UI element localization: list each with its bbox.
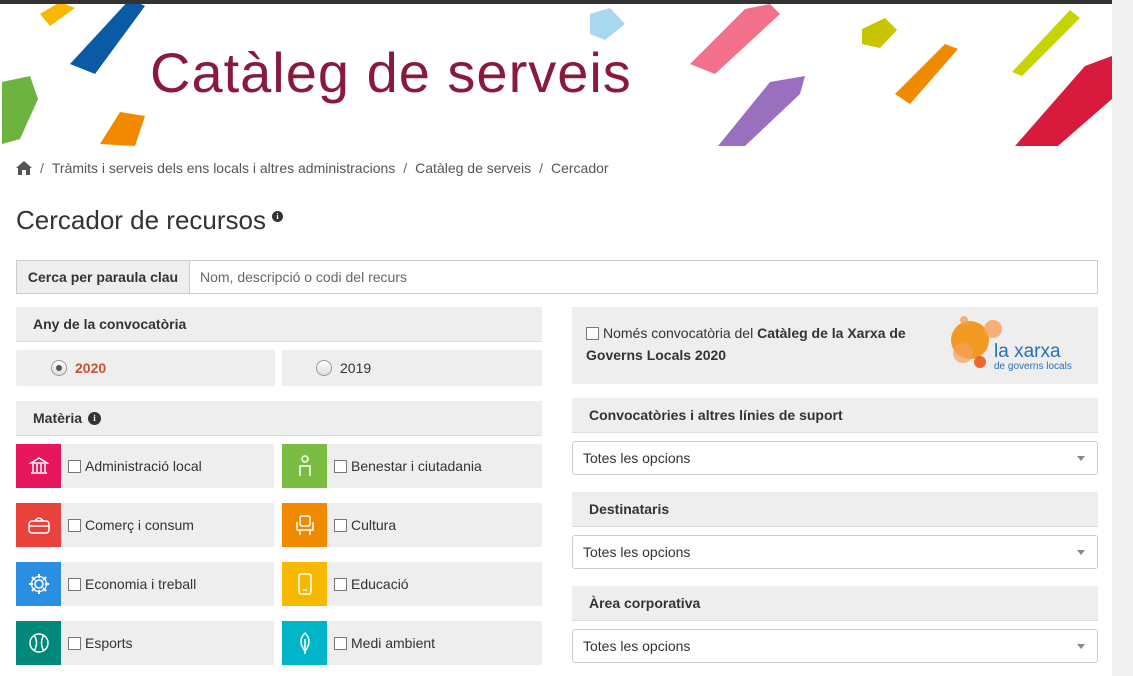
xarxa-text[interactable]: Només convocatòria del Catàleg de la Xar… <box>586 322 916 366</box>
xarxa-text-prefix: Només convocatòria del <box>603 325 758 341</box>
materia-item-economia[interactable]: Economia i treball <box>16 562 274 606</box>
materia-label: Cultura <box>351 517 397 533</box>
breadcrumb: / Tràmits i serveis dels ens locals i al… <box>16 160 609 176</box>
checkbox[interactable] <box>68 636 81 650</box>
person-icon <box>282 444 327 488</box>
page-title-wrap: Cercador de recursos i <box>16 205 283 236</box>
xarxa-filter: Només convocatòria del Catàleg de la Xar… <box>572 307 1098 384</box>
banner-title: Catàleg de serveis <box>150 41 632 104</box>
breadcrumb-item-tramits[interactable]: Tràmits i serveis dels ens locals i altr… <box>52 160 395 176</box>
search-label: Cerca per paraula clau <box>17 261 190 293</box>
select-value: Totes les opcions <box>583 450 691 466</box>
checkbox[interactable] <box>334 577 347 591</box>
checkbox[interactable] <box>334 518 347 532</box>
home-icon[interactable] <box>16 161 32 175</box>
select-destinataris[interactable]: Totes les opcions <box>572 535 1098 569</box>
info-icon[interactable]: i <box>272 211 283 222</box>
filter-header-destinataris: Destinataris <box>572 492 1098 527</box>
scrollbar-track[interactable] <box>1112 0 1133 676</box>
materia-item-medi-ambient[interactable]: Medi ambient <box>282 621 542 665</box>
year-header: Any de la convocatòria <box>16 307 542 342</box>
chevron-down-icon <box>1077 456 1085 461</box>
checkbox[interactable] <box>68 518 81 532</box>
year-option-2019[interactable]: 2019 <box>282 350 542 386</box>
breadcrumb-separator: / <box>539 160 543 176</box>
search-input[interactable] <box>190 261 1097 293</box>
year-label-2019: 2019 <box>340 360 372 376</box>
materia-item-cultura[interactable]: Cultura <box>282 503 542 547</box>
materia-label: Comerç i consum <box>85 517 194 533</box>
breadcrumb-separator: / <box>403 160 408 176</box>
breadcrumb-separator: / <box>40 160 44 176</box>
xarxa-logo-main: la xarxa <box>994 341 1061 362</box>
chevron-down-icon <box>1077 644 1085 649</box>
checkbox[interactable] <box>68 577 81 591</box>
year-option-2020[interactable]: 2020 <box>16 350 275 386</box>
ball-icon <box>16 621 61 665</box>
checkbox[interactable] <box>334 459 347 473</box>
radio-2020[interactable] <box>51 360 67 376</box>
filter-header-area: Àrea corporativa <box>572 586 1098 621</box>
materia-label: Economia i treball <box>85 576 197 592</box>
materia-label: Esports <box>85 635 133 651</box>
select-value: Totes les opcions <box>583 638 691 654</box>
year-label-2020: 2020 <box>75 360 107 376</box>
materia-item-benestar[interactable]: Benestar i ciutadania <box>282 444 542 488</box>
banner: Catàleg de serveis <box>0 4 1112 146</box>
materia-label: Benestar i ciutadania <box>351 458 482 474</box>
page: Catàleg de serveis / Tràmits i serveis d… <box>0 0 1112 676</box>
select-area[interactable]: Totes les opcions <box>572 629 1098 663</box>
select-convocatories[interactable]: Totes les opcions <box>572 441 1098 475</box>
materia-header: Matèria i <box>16 401 542 436</box>
checkbox[interactable] <box>68 459 81 473</box>
theater-seat-icon <box>282 503 327 547</box>
materia-item-comerc[interactable]: Comerç i consum <box>16 503 274 547</box>
checkbox[interactable] <box>586 327 599 340</box>
materia-item-administracio-local[interactable]: Administració local <box>16 444 274 488</box>
gear-icon <box>16 562 61 606</box>
checkbox[interactable] <box>334 636 347 650</box>
page-title: Cercador de recursos <box>16 205 266 235</box>
shopping-basket-icon <box>16 503 61 547</box>
chevron-down-icon <box>1077 550 1085 555</box>
materia-header-label: Matèria <box>33 410 83 426</box>
radio-2019[interactable] <box>316 360 332 376</box>
select-value: Totes les opcions <box>583 544 691 560</box>
materia-item-educacio[interactable]: Educació <box>282 562 542 606</box>
filter-header-convocatories: Convocatòries i altres línies de suport <box>572 398 1098 433</box>
xarxa-logo: la xarxa de governs locals <box>950 315 1090 375</box>
tablet-icon <box>282 562 327 606</box>
materia-label: Educació <box>351 576 409 592</box>
xarxa-logo-sub: de governs locals <box>994 361 1072 372</box>
materia-label: Administració local <box>85 458 202 474</box>
leaf-icon <box>282 621 327 665</box>
breadcrumb-item-current: Cercador <box>551 160 609 176</box>
breadcrumb-item-cataleg[interactable]: Catàleg de serveis <box>415 160 531 176</box>
materia-item-esports[interactable]: Esports <box>16 621 274 665</box>
info-icon[interactable]: i <box>88 411 102 425</box>
materia-label: Medi ambient <box>351 635 436 651</box>
town-hall-icon <box>16 444 61 488</box>
keyword-search: Cerca per paraula clau <box>16 260 1098 294</box>
